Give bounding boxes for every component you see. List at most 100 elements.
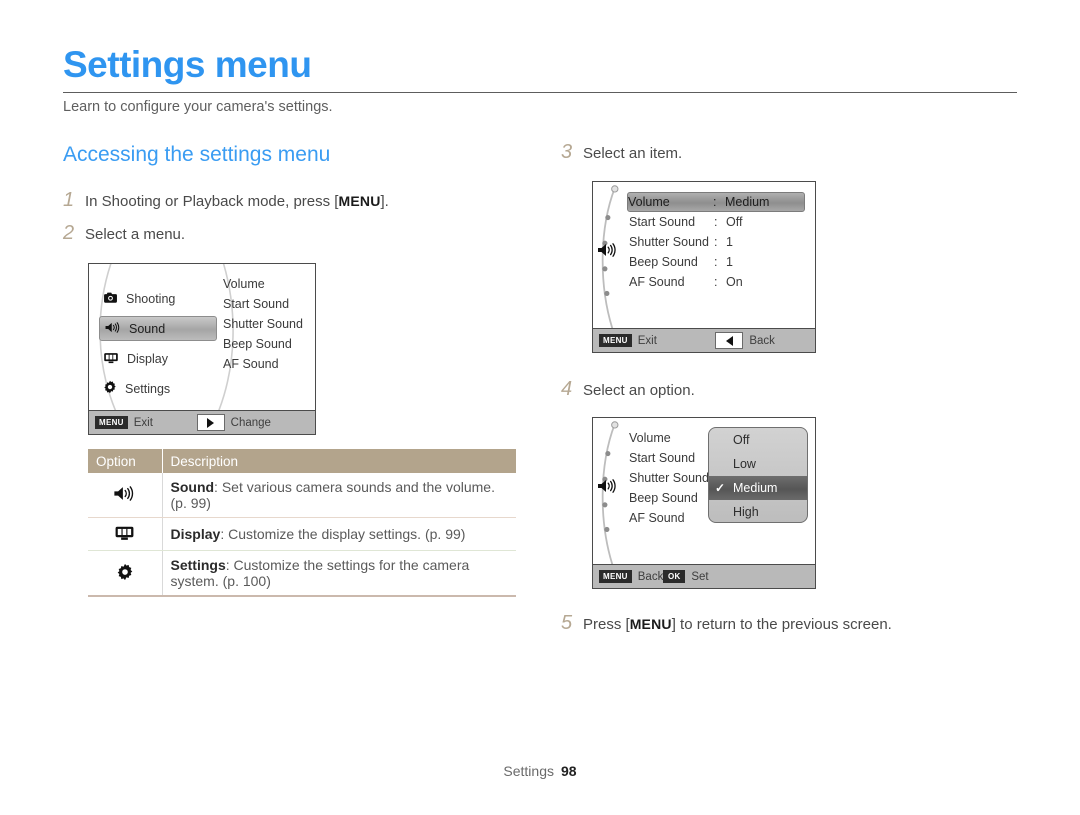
step-2-text: Select a menu. <box>85 226 186 243</box>
item-label: Volume <box>629 431 671 445</box>
item-label: Beep Sound <box>629 491 698 505</box>
screen-items-body: Volume : Medium Start Sound : Off Shutte… <box>593 182 815 328</box>
step-5-text: Press [MENU] to return to the previous s… <box>583 616 892 633</box>
item-label: Start Sound <box>629 451 696 465</box>
submenu-item[interactable]: Start Sound <box>223 294 303 314</box>
row-option-desc: : Set various camera sounds and the volu… <box>170 479 495 511</box>
item-label: Shutter Sound <box>629 471 709 485</box>
step-3-number: 3 <box>561 141 573 163</box>
option-low[interactable]: Low <box>709 452 807 476</box>
submenu-item[interactable]: AF Sound <box>223 354 303 374</box>
item-value: Medium <box>725 195 770 209</box>
step-4-text: Select an option. <box>583 382 695 399</box>
list-item-start-sound[interactable]: Start Sound : Off <box>629 212 803 232</box>
footer-label: Settings <box>503 763 554 779</box>
item-value: On <box>726 275 743 289</box>
item-label: Shutter Sound <box>629 235 709 249</box>
set-label: Set <box>691 570 709 583</box>
item-value: 1 <box>726 235 733 249</box>
option-label: High <box>733 505 759 519</box>
bottombar-left: MENU Exit <box>89 416 153 429</box>
sidebar-item-settings[interactable]: Settings <box>99 376 217 401</box>
speaker-icon <box>113 486 137 505</box>
arrow-right-icon[interactable] <box>196 414 225 431</box>
row-option-name: Settings <box>170 557 226 573</box>
camera-screen-menu: Shooting Sound Display Settings Volume S… <box>88 263 316 435</box>
step-2: 2 Select a menu. <box>63 222 185 245</box>
sidebar-item-display[interactable]: Display <box>99 346 217 371</box>
screen-options-body: Volume Start Sound Shutter Sound Beep So… <box>593 418 815 564</box>
row-icon-cell <box>88 473 163 518</box>
menu-key-label: MENU <box>629 616 672 632</box>
option-off[interactable]: Off <box>709 428 807 452</box>
display-icon-svg <box>115 526 134 540</box>
menu-badge[interactable]: MENU <box>599 570 632 583</box>
item-colon: : <box>714 275 718 289</box>
item-colon: : <box>714 255 718 269</box>
check-icon: ✓ <box>715 481 726 495</box>
screen-menu-bottombar: MENU Exit Change <box>89 410 315 434</box>
step-1-post: ]. <box>380 193 389 210</box>
row-description-cell: Sound: Set various camera sounds and the… <box>162 473 516 518</box>
gear-icon-svg <box>104 380 116 394</box>
step-2-number: 2 <box>63 222 75 244</box>
step-1-pre: In Shooting or Playback mode, press [ <box>85 193 339 210</box>
display-icon-svg <box>104 352 118 363</box>
list-item-shutter-sound[interactable]: Shutter Sound : 1 <box>629 232 803 252</box>
item-colon: : <box>713 195 717 209</box>
exit-label: Exit <box>133 416 153 429</box>
submenu-list: Volume Start Sound Shutter Sound Beep So… <box>223 274 303 374</box>
list-item-beep-sound[interactable]: Beep Sound : 1 <box>629 252 803 272</box>
speaker-icon-svg <box>105 321 120 333</box>
sidebar-item-sound[interactable]: Sound <box>99 316 217 341</box>
step-5-post: ] to return to the previous screen. <box>671 616 892 633</box>
gear-icon <box>116 563 134 584</box>
item-label: Volume <box>628 195 670 209</box>
row-option-desc: : Customize the display settings. (p. 99… <box>220 526 466 542</box>
option-medium[interactable]: ✓ Medium <box>709 476 807 500</box>
option-label: Medium <box>733 481 778 495</box>
speaker-icon-svg <box>598 479 616 493</box>
row-description-cell: Settings: Customize the settings for the… <box>162 550 516 597</box>
speaker-icon <box>597 478 619 499</box>
sidebar-item-label: Sound <box>129 321 166 336</box>
screen-items-bottombar: MENU Exit Back <box>593 328 815 352</box>
submenu-item[interactable]: Volume <box>223 274 303 294</box>
sidebar-item-label: Display <box>127 351 168 366</box>
bottombar-left: MENU Back <box>593 570 663 583</box>
speaker-icon-svg <box>598 243 616 257</box>
bottombar-right: Back <box>657 332 775 349</box>
item-colon: : <box>714 215 718 229</box>
option-high[interactable]: High <box>709 500 807 522</box>
list-item-af-sound[interactable]: AF Sound : On <box>629 272 803 292</box>
table-row: Settings: Customize the settings for the… <box>88 550 516 597</box>
submenu-item[interactable]: Shutter Sound <box>223 314 303 334</box>
gear-icon-svg <box>117 563 133 580</box>
table-row: Display: Customize the display settings.… <box>88 517 516 551</box>
bottombar-right: OK Set <box>663 570 781 583</box>
step-1-number: 1 <box>63 189 75 211</box>
sidebar-item-label: Settings <box>125 381 171 396</box>
speaker-icon <box>104 321 121 337</box>
option-description-table: Option Description Sound: Set various ca… <box>88 449 516 597</box>
item-label: AF Sound <box>629 275 685 289</box>
column-header-option: Option <box>88 449 163 473</box>
title-divider <box>63 92 1017 93</box>
change-label: Change <box>230 416 271 429</box>
volume-options-dropdown: Off Low ✓ Medium High <box>708 427 808 523</box>
sidebar-item-shooting[interactable]: Shooting <box>99 286 217 311</box>
list-item-volume[interactable]: Volume : Medium <box>627 192 805 212</box>
table-body: Sound: Set various camera sounds and the… <box>88 473 516 597</box>
arrow-left-icon[interactable] <box>715 332 744 349</box>
display-icon <box>114 526 135 544</box>
menu-badge[interactable]: MENU <box>599 334 632 347</box>
gear-icon <box>103 380 117 397</box>
step-1-text: In Shooting or Playback mode, press [MEN… <box>85 193 389 210</box>
submenu-item[interactable]: Beep Sound <box>223 334 303 354</box>
table-header-row: Option Description <box>88 449 516 473</box>
screen-menu-body: Shooting Sound Display Settings Volume S… <box>89 264 315 410</box>
ok-badge[interactable]: OK <box>663 570 686 583</box>
step-5: 5 Press [MENU] to return to the previous… <box>561 612 892 635</box>
step-4-number: 4 <box>561 378 573 400</box>
menu-badge[interactable]: MENU <box>95 416 128 429</box>
